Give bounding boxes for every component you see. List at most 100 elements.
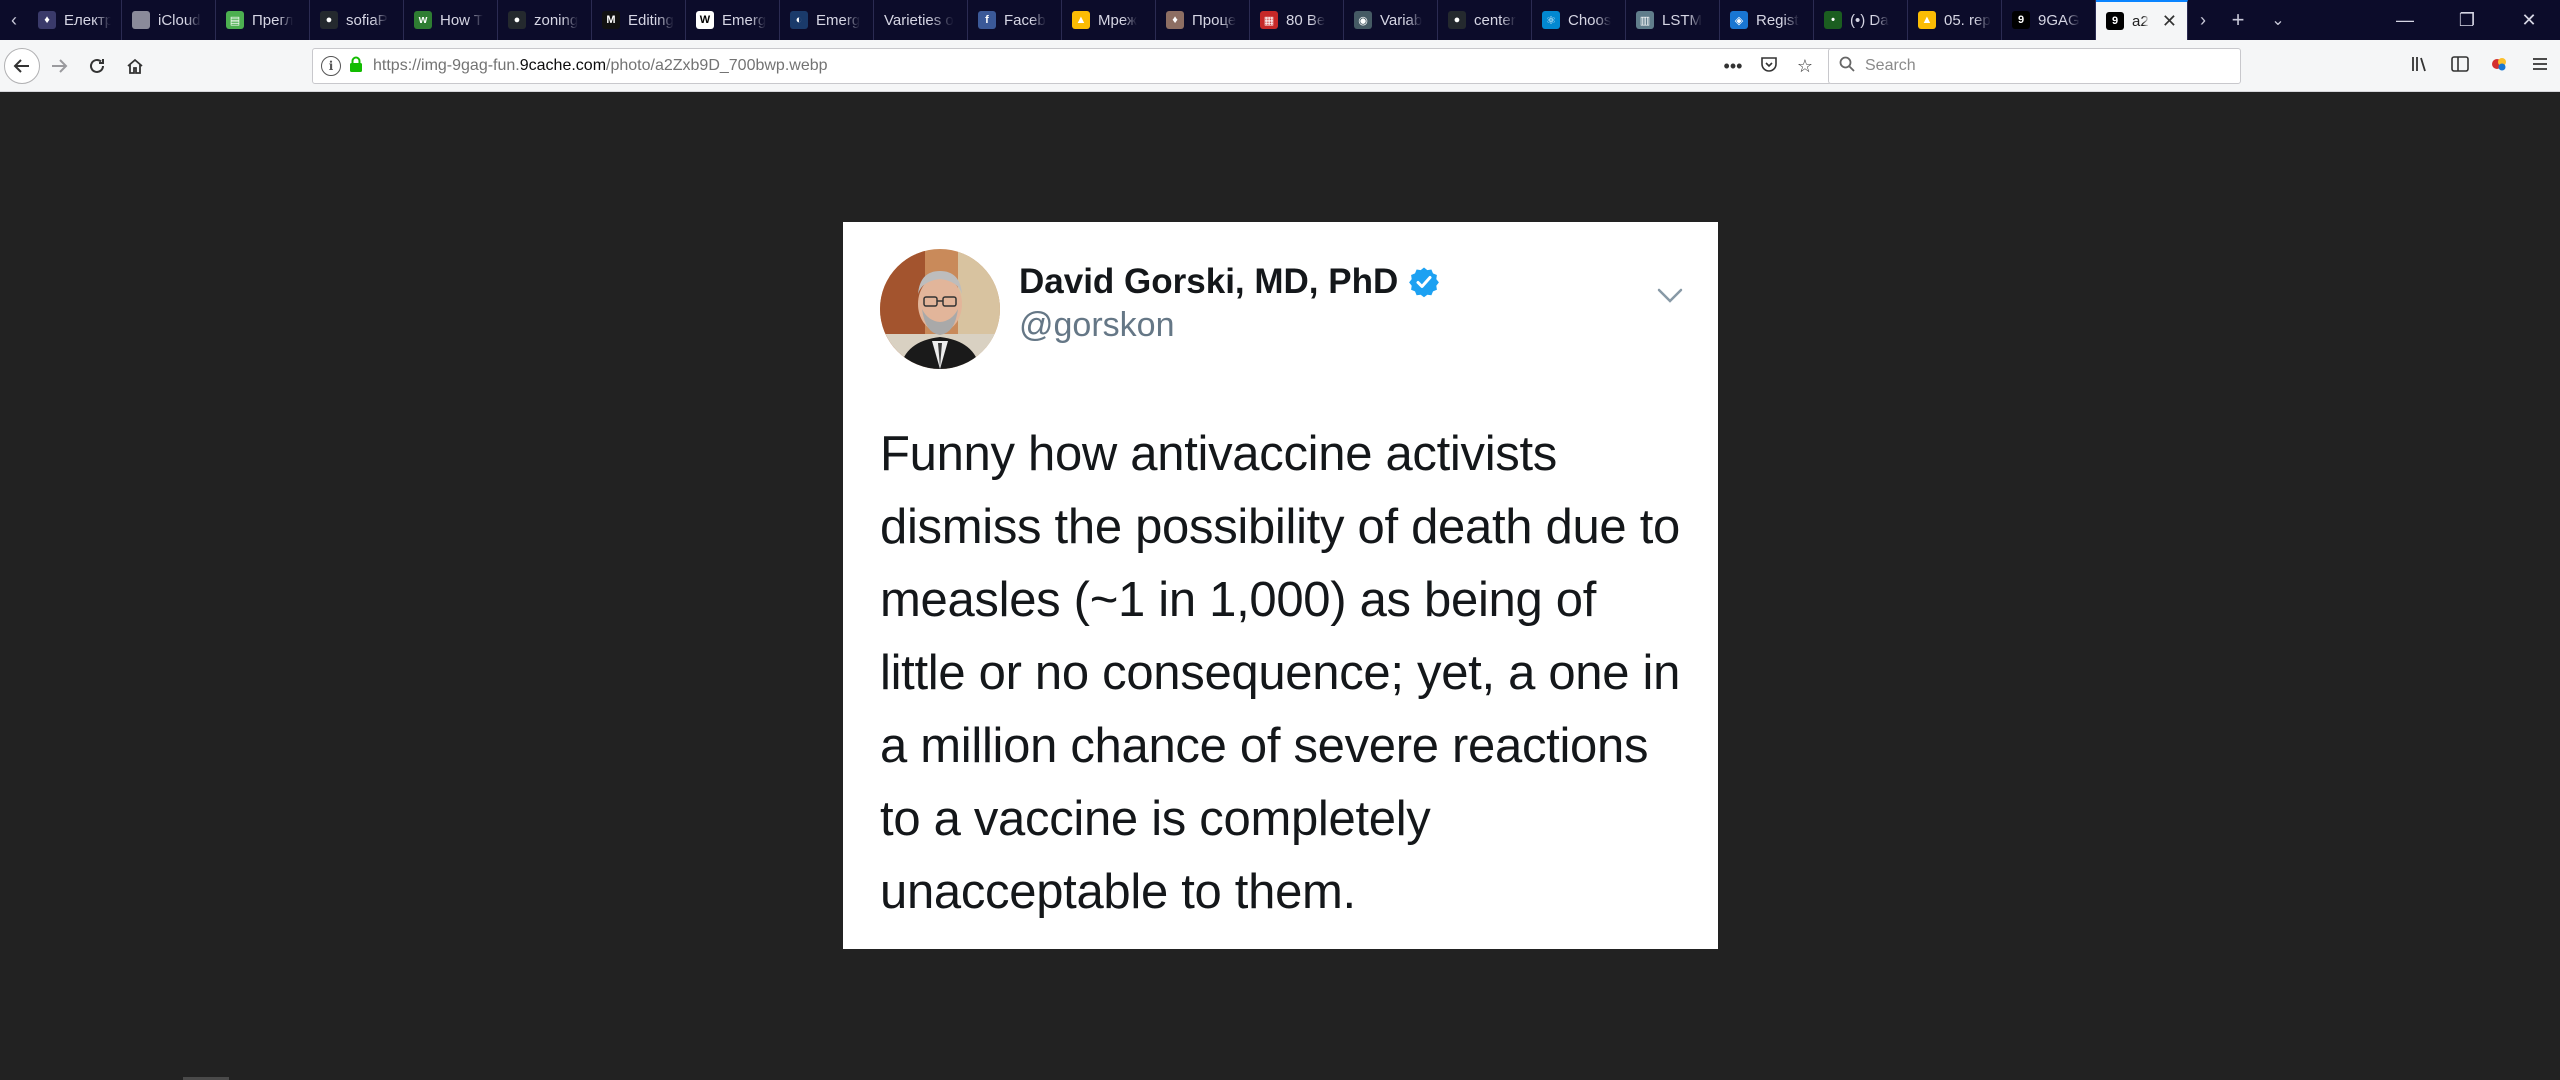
- close-tab-icon[interactable]: ✕: [2158, 11, 2177, 32]
- tab-label: zoning: [534, 11, 579, 29]
- tab-label: (•) Da: [1850, 11, 1889, 29]
- url-prefix: https://img-9gag-fun.: [373, 57, 520, 74]
- pocket-icon[interactable]: [1751, 55, 1787, 78]
- tab-label: Проце: [1192, 11, 1237, 29]
- green-logo-icon: w: [414, 11, 432, 29]
- google-drive-icon: ▲: [1072, 11, 1090, 29]
- avatar: [880, 249, 1000, 369]
- tab-label: 9GAG: [2038, 11, 2080, 29]
- browser-tab[interactable]: ♦ Проце: [1156, 0, 1250, 40]
- browser-tab[interactable]: ▦ 80 Be: [1250, 0, 1344, 40]
- browser-tab[interactable]: • (•) Da: [1814, 0, 1908, 40]
- menu-icon[interactable]: [2520, 56, 2560, 77]
- forward-button[interactable]: [40, 47, 78, 85]
- browser-tab[interactable]: ● center: [1438, 0, 1532, 40]
- tab-label: a2: [2132, 12, 2149, 30]
- wikipedia-icon: W: [696, 11, 714, 29]
- github-icon: ●: [320, 11, 338, 29]
- search-input[interactable]: [1865, 57, 2230, 75]
- reload-button[interactable]: [78, 47, 116, 85]
- search-bar[interactable]: [1828, 48, 2241, 84]
- browser-tab[interactable]: ▲ Мреж: [1062, 0, 1156, 40]
- lock-icon: [349, 56, 363, 77]
- tabs-scroll-right-button[interactable]: ›: [2188, 10, 2218, 31]
- browser-tab[interactable]: iCloud: [122, 0, 216, 40]
- browser-tab[interactable]: 9 a2 ✕: [2096, 0, 2188, 40]
- tab-list: ♦ Електр iCloud ▤ Прегл ● sofiaP w How T ● zoning M…: [28, 0, 2188, 40]
- list-all-tabs-button[interactable]: ⌄: [2258, 10, 2298, 30]
- tab-tools: › + ⌄: [2188, 0, 2298, 40]
- browser-tab[interactable]: 9 9GAG: [2002, 0, 2096, 40]
- browser-tab[interactable]: M Editing: [592, 0, 686, 40]
- back-button[interactable]: [4, 47, 40, 84]
- tab-label: Faceb: [1004, 11, 1046, 29]
- page-actions-icon[interactable]: •••: [1715, 56, 1751, 77]
- facebook-icon: f: [978, 11, 996, 29]
- tweet-text: Funny how antivaccine activists dismiss …: [880, 427, 1681, 919]
- tab-label: 05. rep: [1944, 11, 1991, 29]
- github-icon: ●: [1448, 11, 1466, 29]
- 9gag-icon: 9: [2012, 11, 2030, 29]
- medium-icon: M: [602, 11, 620, 29]
- dark-emblem-icon: ♦: [38, 11, 56, 29]
- window-controls: — ❐ ✕: [2374, 0, 2560, 40]
- tweet-image[interactable]: David Gorski, MD, PhD @gorskon Funny how…: [843, 222, 1718, 949]
- browser-tab[interactable]: W Emerg: [686, 0, 780, 40]
- restore-button[interactable]: ❐: [2436, 10, 2498, 31]
- site-info-icon[interactable]: i: [321, 56, 341, 76]
- tab-label: Variab: [1380, 11, 1423, 29]
- react-icon: ⚛: [1542, 11, 1560, 29]
- 9gag-icon: 9: [2106, 12, 2124, 30]
- browser-tab[interactable]: f Faceb: [968, 0, 1062, 40]
- circle-logo-icon: ◐: [790, 11, 808, 29]
- browser-tab[interactable]: ▲ 05. rep: [1908, 0, 2002, 40]
- browser-tab[interactable]: w How T: [404, 0, 498, 40]
- browser-tab[interactable]: ▥ LSTM: [1626, 0, 1720, 40]
- url-domain: 9cache.com: [519, 57, 607, 74]
- right-toolbar: [2400, 47, 2560, 85]
- pin-icon: ♦: [1166, 11, 1184, 29]
- bookmark-star-icon[interactable]: ☆: [1787, 56, 1823, 77]
- tab-label: sofiaP: [346, 11, 388, 29]
- close-window-button[interactable]: ✕: [2498, 10, 2560, 31]
- page-viewport: David Gorski, MD, PhD @gorskon Funny how…: [0, 92, 2560, 1080]
- browser-tab[interactable]: ▤ Прегл: [216, 0, 310, 40]
- github-icon: ●: [508, 11, 526, 29]
- tab-label: iCloud: [158, 11, 201, 29]
- browser-tab[interactable]: ● sofiaP: [310, 0, 404, 40]
- reload-icon: [90, 58, 104, 73]
- browser-tab[interactable]: Varieties o: [874, 0, 968, 40]
- library-icon[interactable]: [2400, 55, 2440, 78]
- browser-tab[interactable]: ● zoning: [498, 0, 592, 40]
- arrow-left-icon: [13, 58, 29, 73]
- browser-tab[interactable]: ◐ Emerg: [780, 0, 874, 40]
- tab-strip: ‹ ♦ Електр iCloud ▤ Прегл ● sofiaP w How T ● zonin…: [0, 0, 2560, 40]
- tab-label: Varieties o: [884, 11, 954, 29]
- arrow-right-icon: [52, 58, 68, 73]
- new-tab-button[interactable]: +: [2218, 7, 2258, 33]
- chevron-down-icon: [1657, 288, 1683, 303]
- google-drive-icon: ▲: [1918, 11, 1936, 29]
- browser-tab[interactable]: ◉ Variab: [1344, 0, 1438, 40]
- home-button[interactable]: [116, 47, 154, 85]
- green-dot-icon: •: [1824, 11, 1842, 29]
- url-text[interactable]: https://img-9gag-fun.9cache.com/photo/a2…: [373, 57, 1715, 75]
- book-icon: ▦: [1260, 11, 1278, 29]
- sidebar-icon[interactable]: [2440, 55, 2480, 78]
- tab-label: Мреж: [1098, 11, 1138, 29]
- browser-tab[interactable]: ♦ Електр: [28, 0, 122, 40]
- extension-icon[interactable]: [2480, 55, 2520, 78]
- tab-label: Editing: [628, 11, 674, 29]
- image-icon: ▥: [1636, 11, 1654, 29]
- tabs-scroll-left-button[interactable]: ‹: [0, 0, 28, 40]
- browser-tab[interactable]: ⚛ Choos: [1532, 0, 1626, 40]
- registration-icon: ◈: [1730, 11, 1748, 29]
- navigation-toolbar: i https://img-9gag-fun.9cache.com/photo/…: [0, 40, 2560, 92]
- author-name-text: David Gorski, MD, PhD: [1019, 262, 1399, 301]
- tab-label: Choos: [1568, 11, 1612, 29]
- url-bar[interactable]: i https://img-9gag-fun.9cache.com/photo/…: [312, 48, 1832, 84]
- author-handle: @gorskon: [1019, 306, 1175, 344]
- tab-label: Regist: [1756, 11, 1799, 29]
- minimize-button[interactable]: —: [2374, 10, 2436, 31]
- browser-tab[interactable]: ◈ Regist: [1720, 0, 1814, 40]
